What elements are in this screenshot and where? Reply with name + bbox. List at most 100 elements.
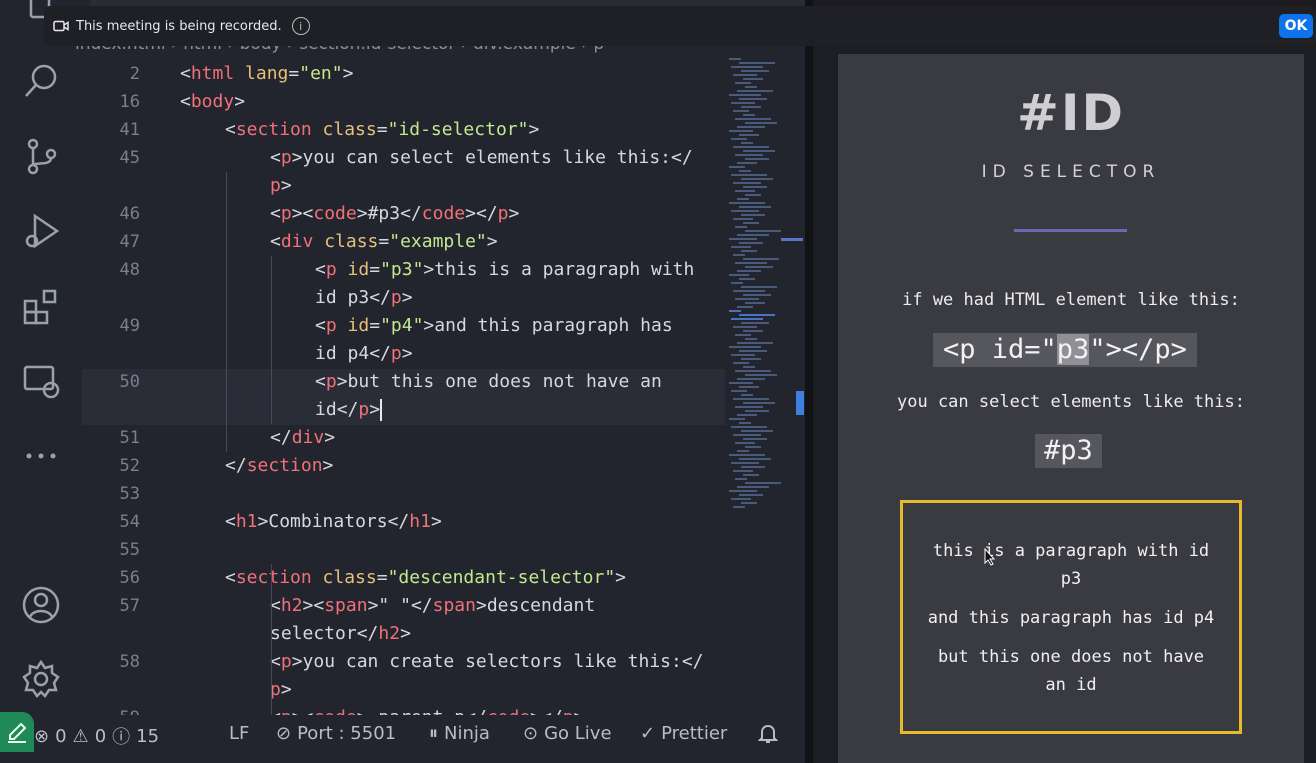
preview-intro-text: if we had HTML element like this: (902, 290, 1240, 310)
ok-button[interactable]: OK (1279, 14, 1313, 38)
minimap-line (739, 206, 771, 208)
minimap-line (729, 166, 745, 168)
line-text: p> (270, 175, 292, 196)
minimap-line (745, 482, 781, 484)
minimap-line (737, 414, 757, 416)
code-line[interactable]: 51 </div> (82, 424, 722, 452)
minimap-line (745, 158, 769, 160)
indent-guide (271, 256, 272, 424)
code-line[interactable]: 16 <body> (82, 88, 722, 116)
minimap-line (735, 334, 751, 336)
line-number: 2 (129, 64, 140, 84)
edit-pencil-icon[interactable] (0, 712, 34, 752)
source-control-icon[interactable] (20, 135, 62, 177)
code-line[interactable]: 57 <h2><span>" "</span>descendant (82, 592, 722, 620)
code-line[interactable]: 58 <p>you can create selectors like this:… (82, 648, 722, 676)
code-line[interactable]: 2 <html lang="en"> (82, 60, 722, 88)
minimap-line (743, 78, 763, 80)
minimap-line (741, 142, 753, 144)
minimap-line (729, 418, 745, 420)
example-paragraph-p4: and this paragraph has id p4 (927, 608, 1215, 628)
code-line[interactable]: 48 <p id="p3">this is a paragraph with (82, 256, 722, 284)
code-line[interactable]: 45 <p>you can select elements like this:<… (82, 144, 722, 172)
minimap-line (739, 350, 767, 352)
line-text: p> (270, 679, 292, 700)
extensions-icon[interactable] (20, 286, 62, 328)
problems-indicator[interactable]: ⊗ 0 ⚠ 0 ⓘ 15 (34, 723, 159, 749)
line-number: 56 (119, 568, 140, 588)
code-line[interactable]: selector</h2> (82, 620, 722, 648)
code-line[interactable]: 41 <section class="id-selector"> (82, 116, 722, 144)
minimap-line (741, 502, 757, 504)
split-divider[interactable] (805, 0, 813, 763)
minimap-line (739, 98, 767, 100)
line-text: id</p> (315, 399, 383, 421)
notifications-bell-icon[interactable] (758, 723, 778, 745)
scrollbar-marker (781, 238, 803, 241)
minimap-line (741, 430, 773, 432)
minimap-line (733, 110, 749, 112)
code-line[interactable]: 59 <p><code>.parent p</code></p> (82, 704, 722, 715)
code-line[interactable]: 53 (82, 480, 722, 508)
run-debug-icon[interactable] (20, 210, 62, 252)
minimap-line (741, 394, 753, 396)
code-line[interactable]: 52 </section> (82, 452, 722, 480)
minimap-line (745, 374, 777, 376)
code-line[interactable]: id p3</p> (82, 284, 722, 312)
minimap-line (731, 102, 755, 104)
line-text: <h2><span>" "</span>descendant (270, 595, 596, 616)
line-text: <p>you can create selectors like this:</ (270, 651, 704, 672)
port-indicator[interactable]: ⊘ Port : 5501 (276, 723, 396, 744)
search-icon[interactable] (20, 60, 62, 102)
minimap-line (743, 402, 775, 404)
minimap-line (731, 498, 751, 500)
vertical-scrollbar-thumb[interactable] (796, 391, 804, 415)
code-line[interactable]: 50 <p>but this one does not have an (82, 368, 722, 396)
code-line[interactable]: 46 <p><code>#p3</code></p> (82, 200, 722, 228)
minimap-line (739, 422, 751, 424)
minimap-line (741, 70, 769, 72)
code-line[interactable]: 56 <section class="descendant-selector"> (82, 564, 722, 592)
line-number: 51 (119, 428, 140, 448)
more-icon[interactable] (20, 434, 62, 476)
code-line[interactable]: 54 <h1>Combinators</h1> (82, 508, 722, 536)
minimap-line (741, 322, 769, 324)
settings-gear-icon[interactable] (20, 658, 62, 700)
preview-selector-code: #p3 (1035, 434, 1102, 468)
line-number: 55 (119, 540, 140, 560)
code-line[interactable]: p> (82, 676, 722, 704)
minimap-line (731, 210, 759, 212)
minimap-line (735, 190, 755, 192)
minimap-line (729, 382, 753, 384)
minimap-line (735, 442, 755, 444)
minimap-line (743, 438, 767, 440)
code-editor-window: index.html › html › body › section.id-se… (0, 0, 810, 763)
minimap[interactable] (725, 58, 785, 518)
remote-explorer-icon[interactable] (20, 360, 62, 402)
browser-preview: #ID ID SELECTOR if we had HTML element l… (838, 54, 1304, 763)
prettier-indicator[interactable]: ✓ Prettier (640, 723, 727, 744)
minimap-line (745, 230, 781, 232)
code-line[interactable]: 55 (82, 536, 722, 564)
code-line[interactable]: p> (82, 172, 722, 200)
line-number: 59 (82, 704, 140, 715)
account-icon[interactable] (20, 584, 62, 626)
preview-select-text: you can select elements like this: (897, 392, 1245, 412)
ninja-indicator[interactable]: ⏸ Ninja (429, 723, 490, 744)
code-line[interactable]: 49 <p id="p4">and this paragraph has (82, 312, 722, 340)
info-count: 15 (136, 725, 160, 747)
minimap-line (733, 74, 757, 76)
line-text: <p id="p3">this is a paragraph with (315, 259, 695, 280)
code-area[interactable]: 2 <html lang="en"> 16 <body> 41 <section clas… (82, 58, 722, 715)
eol-indicator[interactable]: LF (229, 723, 249, 744)
code-line[interactable]: 47 <div class="example"> (82, 228, 722, 256)
minimap-line (735, 154, 763, 156)
code-line[interactable]: id</p> (82, 396, 722, 424)
code-line[interactable]: id p4</p> (82, 340, 722, 368)
minimap-line (733, 362, 749, 364)
go-live-button[interactable]: ⊙ Go Live (523, 723, 612, 744)
minimap-line (745, 338, 757, 340)
activity-bar (0, 0, 82, 715)
info-icon[interactable]: i (291, 17, 310, 35)
minimap-line (735, 406, 763, 408)
